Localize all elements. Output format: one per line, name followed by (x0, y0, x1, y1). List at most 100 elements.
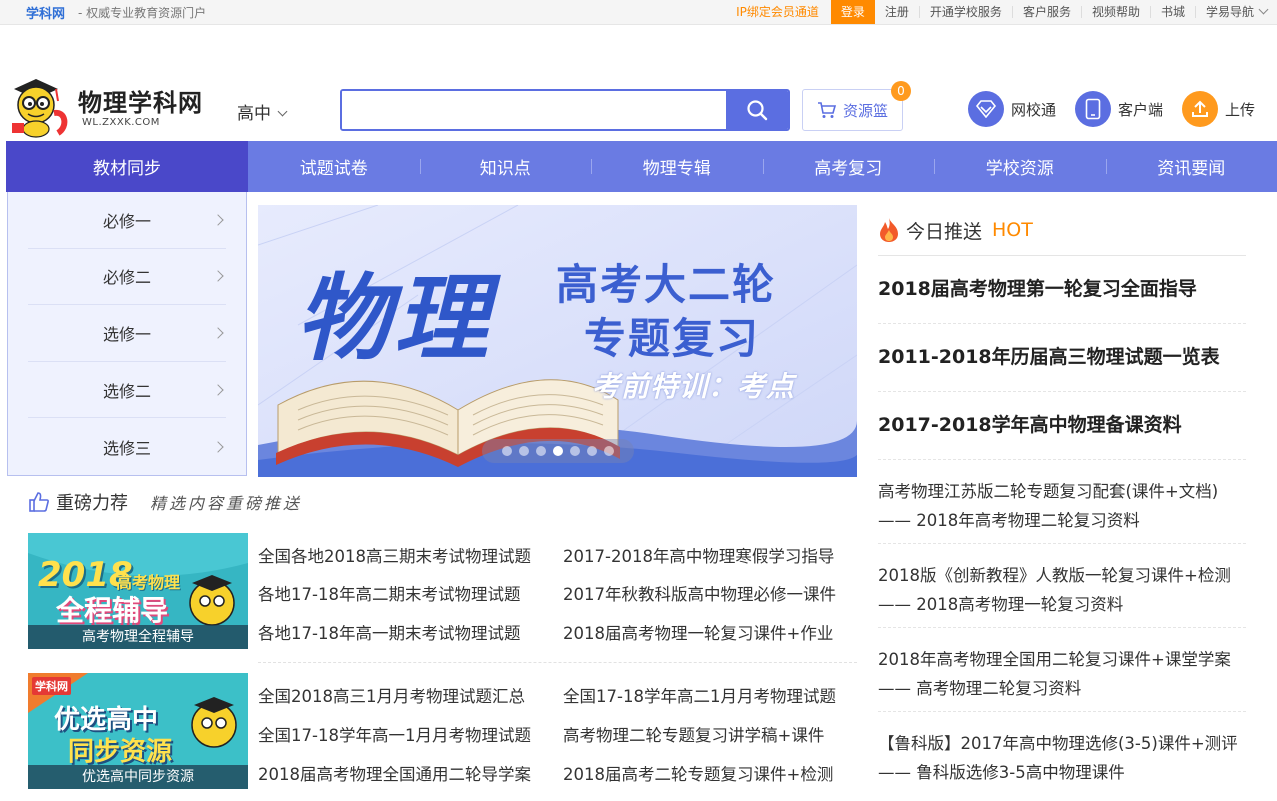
recommend-link[interactable]: 高考物理二轮专题复习讲学稿+课件 (563, 722, 824, 746)
chevron-right-icon (212, 327, 224, 339)
recommend-subtitle: 精选内容重磅推送 (150, 494, 303, 513)
push-item[interactable]: 高考物理江苏版二轮专题复习配套(课件+文档) —— 2018年高考物理二轮复习资… (878, 460, 1246, 544)
video-help-link[interactable]: 视频帮助 (1080, 6, 1150, 18)
recommend-link[interactable]: 2018届高考物理一轮复习课件+作业 (563, 620, 833, 644)
search-button[interactable] (726, 91, 788, 129)
recommend-heading: 重磅力荐 精选内容重磅推送 (28, 489, 302, 515)
chevron-down-icon (277, 106, 288, 117)
headline-link[interactable]: 2018届高考物理第一轮复习全面指导 (878, 256, 1246, 324)
bookstore-link[interactable]: 书城 (1149, 6, 1195, 18)
push-item-title: 高考物理江苏版二轮专题复习配套(课件+文档) (878, 482, 1219, 501)
search-box (340, 89, 790, 131)
fire-icon (880, 218, 898, 242)
basket-count-badge: 0 (891, 81, 911, 101)
recommend-block: 学科网 优选高中 同步资源 优选高中同步资源 全国2018高三1月月考物理试题汇… (28, 673, 857, 789)
thumbs-up-icon (29, 492, 49, 512)
carousel-dot[interactable] (502, 446, 512, 456)
push-item[interactable]: 【鲁科版】2017年高中物理选修(3-5)课件+测评 —— 鲁科版选修3-5高中… (878, 712, 1246, 796)
top-links: IP绑定会员通道 登录 注册 开通学校服务 客户服务 视频帮助 书城 学易导航 (726, 0, 1277, 24)
search-input[interactable] (342, 91, 728, 129)
recommend-link[interactable]: 各地17-18年高一期末考试物理试题 (258, 620, 520, 644)
push-item[interactable]: 2018年高考物理全国用二轮复习课件+课堂学案 —— 高考物理二轮复习资料 (878, 628, 1246, 712)
carousel-dot[interactable] (587, 446, 597, 456)
banner-line-3: 考前特训：考点 (592, 370, 796, 403)
nav-textbook-sync[interactable]: 教材同步 (6, 141, 248, 192)
ip-bind-link[interactable]: IP绑定会员通道 (726, 6, 831, 18)
promo-thumb-gaokao[interactable]: 2018 高考物理 全程辅导 高考物理全程辅导 (28, 533, 248, 649)
header: 物理学科网 WL.ZXXK.COM 高中 资源篮 0 网校通 客户端 上传 (0, 25, 1277, 141)
side-menu-label: 选修一 (102, 324, 151, 344)
site-logo[interactable]: 物理学科网 WL.ZXXK.COM (6, 75, 212, 139)
nav-test-papers[interactable]: 试题试卷 (248, 141, 420, 192)
banner-big-title: 物理 (296, 265, 493, 374)
carousel-dot[interactable] (519, 446, 529, 456)
nav-physics-album[interactable]: 物理专辑 (591, 141, 763, 192)
chevron-right-icon (212, 383, 224, 396)
client-app-label: 客户端 (1118, 100, 1164, 119)
push-item[interactable]: 2018版《创新教程》人教版一轮复习课件+检测 —— 2018高考物理一轮复习资… (878, 544, 1246, 628)
site-navigation-dropdown[interactable]: 学易导航 (1194, 6, 1277, 18)
recommend-link[interactable]: 2017-2018年高中物理寒假学习指导 (563, 543, 834, 567)
headline-link[interactable]: 2011-2018年历届高三物理试题一览表 (878, 324, 1246, 392)
login-button[interactable]: 登录 (830, 0, 875, 24)
recommend-link[interactable]: 2017年秋教科版高中物理必修一课件 (563, 581, 836, 605)
nav-news[interactable]: 资讯要闻 (1105, 141, 1277, 192)
promo-caption: 高考物理全程辅导 (28, 625, 248, 649)
client-app-link[interactable]: 客户端 (1075, 91, 1163, 127)
wangxiaotong-link[interactable]: 网校通 (968, 91, 1056, 127)
today-push-heading: 今日推送 HOT (878, 205, 1246, 256)
recommend-link[interactable]: 全国17-18学年高二1月月考物理试题 (563, 683, 836, 707)
push-item-title: 【鲁科版】2017年高中物理选修(3-5)课件+测评 (878, 734, 1238, 753)
side-menu-item[interactable]: 选修一 (28, 305, 226, 362)
mascot-logo-icon (12, 79, 68, 138)
chevron-right-icon (212, 441, 224, 453)
tablet-icon (1075, 91, 1111, 127)
site-brand-link[interactable]: 学科网 (26, 3, 65, 22)
banner-line-1: 高考大二轮 (556, 260, 777, 309)
recommend-link[interactable]: 2018届高考二轮专题复习课件+检测 (563, 761, 833, 785)
push-item-subtitle: —— 2018年高考物理二轮复习资料 (878, 511, 1140, 530)
promo-tag: 学科网 (32, 677, 71, 695)
side-menu-item[interactable]: 必修二 (28, 249, 226, 306)
side-menu-item[interactable]: 选修二 (28, 362, 226, 419)
push-item-subtitle: —— 2018高考物理一轮复习资料 (878, 595, 1124, 614)
recommend-link[interactable]: 全国2018高三1月月考物理试题汇总 (258, 683, 525, 707)
carousel-dot[interactable] (604, 446, 614, 456)
headline-link[interactable]: 2017-2018学年高中物理备课资料 (878, 392, 1246, 460)
nav-school-resources[interactable]: 学校资源 (934, 141, 1106, 192)
recommend-title: 重磅力荐 (56, 493, 128, 514)
side-menu-item[interactable]: 选修三 (28, 418, 226, 475)
today-push-panel: 今日推送 HOT 2018届高考物理第一轮复习全面指导 2011-2018年历届… (878, 205, 1246, 796)
push-item-subtitle: —— 鲁科版选修3-5高中物理课件 (878, 763, 1125, 782)
grade-selector[interactable]: 高中 (237, 99, 288, 124)
school-service-link[interactable]: 开通学校服务 (918, 6, 1012, 18)
promo-thumb-sync[interactable]: 学科网 优选高中 同步资源 优选高中同步资源 (28, 673, 248, 789)
today-push-title: 今日推送 (906, 220, 983, 243)
recommend-link[interactable]: 全国各地2018高三期末考试物理试题 (258, 543, 531, 567)
customer-service-link[interactable]: 客户服务 (1011, 6, 1081, 18)
nav-knowledge-points[interactable]: 知识点 (419, 141, 592, 192)
side-menu-item[interactable]: 必修一 (28, 192, 226, 249)
side-menu-label: 必修一 (102, 211, 151, 231)
grade-label: 高中 (237, 104, 271, 124)
upload-link[interactable]: 上传 (1182, 91, 1255, 127)
cart-icon (817, 102, 837, 118)
carousel-dot[interactable] (536, 446, 546, 456)
banner-carousel[interactable]: 物理 高考大二轮 专题复习 考前特训：考点 (258, 205, 857, 477)
chevron-right-icon (212, 270, 224, 283)
diamond-icon (968, 91, 1004, 127)
recommend-link[interactable]: 2018届高考物理全国通用二轮导学案 (258, 761, 531, 785)
register-link[interactable]: 注册 (875, 6, 919, 18)
top-bar: 学科网 - 权威专业教育资源门户 IP绑定会员通道 登录 注册 开通学校服务 客… (0, 0, 1277, 25)
promo-line-2: 全程辅导 (56, 594, 169, 627)
recommend-link[interactable]: 全国17-18学年高一1月月考物理试题 (258, 722, 531, 746)
resource-basket-button[interactable]: 资源篮 0 (802, 81, 911, 131)
nav-gaokao-review[interactable]: 高考复习 (762, 141, 935, 192)
side-menu-label: 必修二 (102, 268, 151, 288)
carousel-dot-active[interactable] (553, 446, 563, 456)
site-slogan: - 权威专业教育资源门户 (78, 6, 207, 20)
promo-caption: 优选高中同步资源 (28, 765, 248, 789)
carousel-dot[interactable] (570, 446, 580, 456)
recommend-link[interactable]: 各地17-18年高二期末考试物理试题 (258, 581, 520, 605)
push-item-title: 2018版《创新教程》人教版一轮复习课件+检测 (878, 566, 1231, 585)
